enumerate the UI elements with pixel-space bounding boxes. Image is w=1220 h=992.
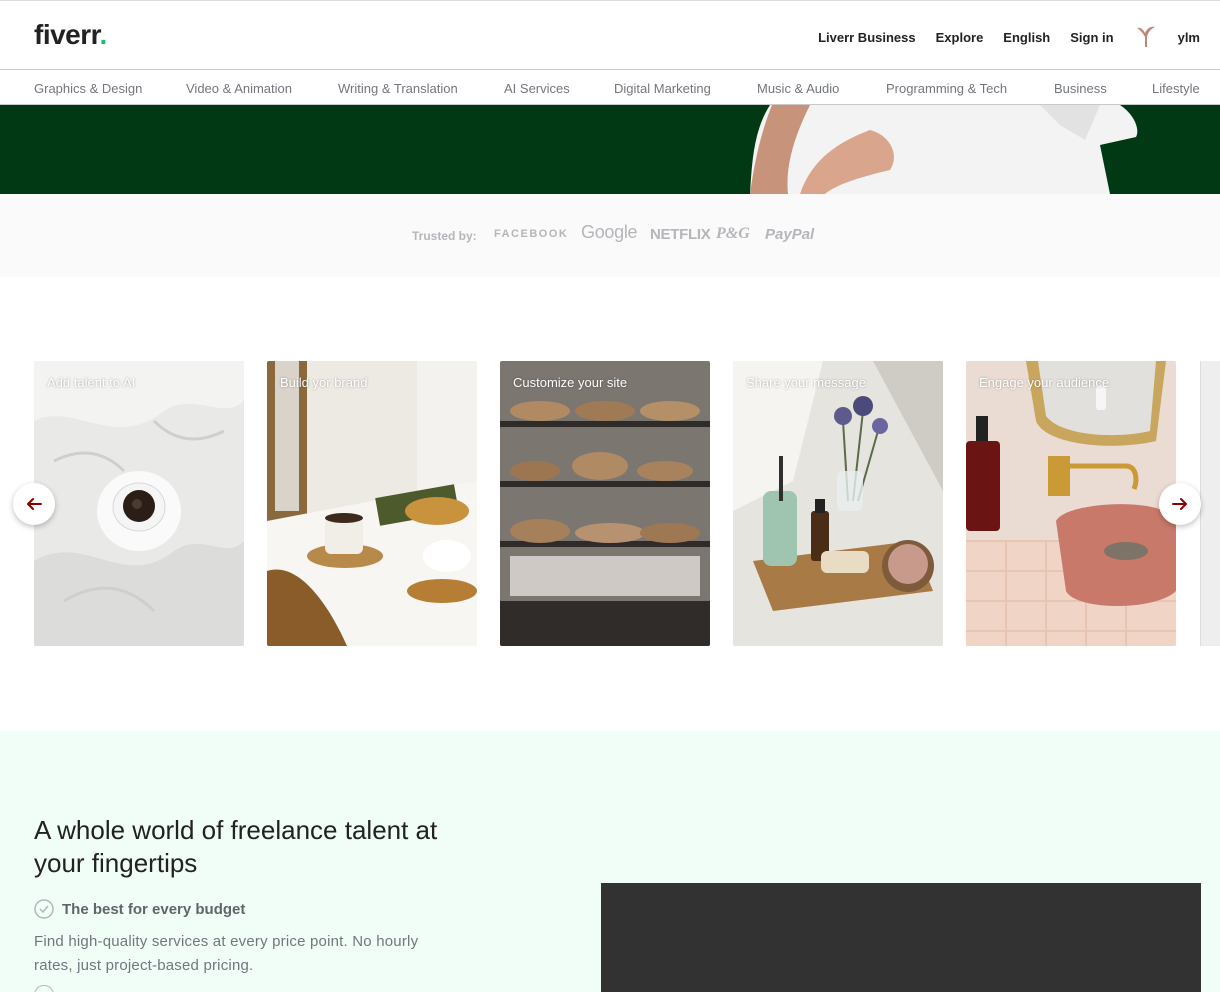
card-label: Engage your audience xyxy=(979,375,1110,390)
carousel-card-brand[interactable]: Build yor brand xyxy=(267,361,477,646)
feature-item: The best for every budget xyxy=(34,899,245,919)
card-image-toiletries xyxy=(733,361,943,646)
category-programming-tech[interactable]: Programming & Tech xyxy=(886,81,1007,96)
hero-banner xyxy=(0,105,1220,194)
carousel-card-site[interactable]: Customize your site xyxy=(500,361,710,646)
nav-explore-link[interactable]: Explore xyxy=(936,30,984,45)
nav-language-link[interactable]: English xyxy=(1003,30,1050,45)
category-writing-translation[interactable]: Writing & Translation xyxy=(338,81,458,96)
facebook-logo: FACEBOOK xyxy=(494,228,569,240)
pg-logo: P&G xyxy=(716,225,750,242)
features-title: A whole world of freelance talent at you… xyxy=(34,815,438,878)
category-graphics-design[interactable]: Graphics & Design xyxy=(34,81,142,96)
category-ai-services[interactable]: AI Services xyxy=(504,81,570,96)
arrow-right-icon xyxy=(1172,498,1187,510)
category-music-audio[interactable]: Music & Audio xyxy=(757,81,839,96)
logo-dot: . xyxy=(99,19,108,50)
check-circle-icon xyxy=(34,985,54,992)
arrow-left-icon xyxy=(27,498,42,510)
features-section: A whole world of freelance talent at you… xyxy=(0,731,1220,992)
carousel-next-button[interactable] xyxy=(1159,483,1201,525)
top-nav: Liverr Business Explore English Sign in … xyxy=(818,25,1200,49)
card-label: Share your message xyxy=(746,375,866,390)
fiverr-logo[interactable]: fiverr. xyxy=(34,19,107,51)
card-label: Customize your site xyxy=(513,375,628,390)
hero-person-image xyxy=(750,105,1138,194)
user-avatar-icon[interactable] xyxy=(1134,25,1158,49)
carousel-card-next-partial xyxy=(1200,361,1220,646)
google-logo: Google xyxy=(581,222,638,242)
carousel-prev-button[interactable] xyxy=(13,483,55,525)
card-image-bathroom xyxy=(966,361,1176,646)
carousel-card-audience[interactable]: Engage your audience xyxy=(966,361,1176,646)
card-label: Add talent to AI xyxy=(47,375,136,390)
feature-item-title: The best for every budget xyxy=(62,900,246,918)
category-video-animation[interactable]: Video & Animation xyxy=(186,81,292,96)
trusted-by-strip: Trusted by: FACEBOOK Google NETFLIX P&G … xyxy=(0,194,1220,277)
card-image-bakery xyxy=(500,361,710,646)
carousel-card-ai[interactable]: Add talent to AI xyxy=(34,361,244,646)
video-player[interactable] xyxy=(601,883,1201,992)
paypal-logo: PayPal xyxy=(765,226,815,243)
card-image-coffee xyxy=(34,361,244,646)
top-header: fiverr. Liverr Business Explore English … xyxy=(0,0,1220,70)
nav-business-link[interactable]: Liverr Business xyxy=(818,30,916,45)
category-business[interactable]: Business xyxy=(1054,81,1107,96)
carousel-card-message[interactable]: Share your message xyxy=(733,361,943,646)
user-name[interactable]: ylm xyxy=(1178,30,1200,45)
card-label: Build yor brand xyxy=(280,375,368,390)
services-carousel: Add talent to AI Build yor brand Customi… xyxy=(0,277,1220,731)
category-lifestyle[interactable]: Lifestyle xyxy=(1152,81,1200,96)
card-image-still-life xyxy=(267,361,477,646)
category-nav: Graphics & Design Video & Animation Writ… xyxy=(0,71,1220,105)
check-circle-icon xyxy=(34,899,54,919)
netflix-logo: NETFLIX xyxy=(650,226,711,243)
feature-item-description: Find high-quality services at every pric… xyxy=(34,933,419,974)
category-digital-marketing[interactable]: Digital Marketing xyxy=(614,81,711,96)
trusted-label: Trusted by: xyxy=(412,229,477,243)
nav-sign-in-link[interactable]: Sign in xyxy=(1070,30,1113,45)
